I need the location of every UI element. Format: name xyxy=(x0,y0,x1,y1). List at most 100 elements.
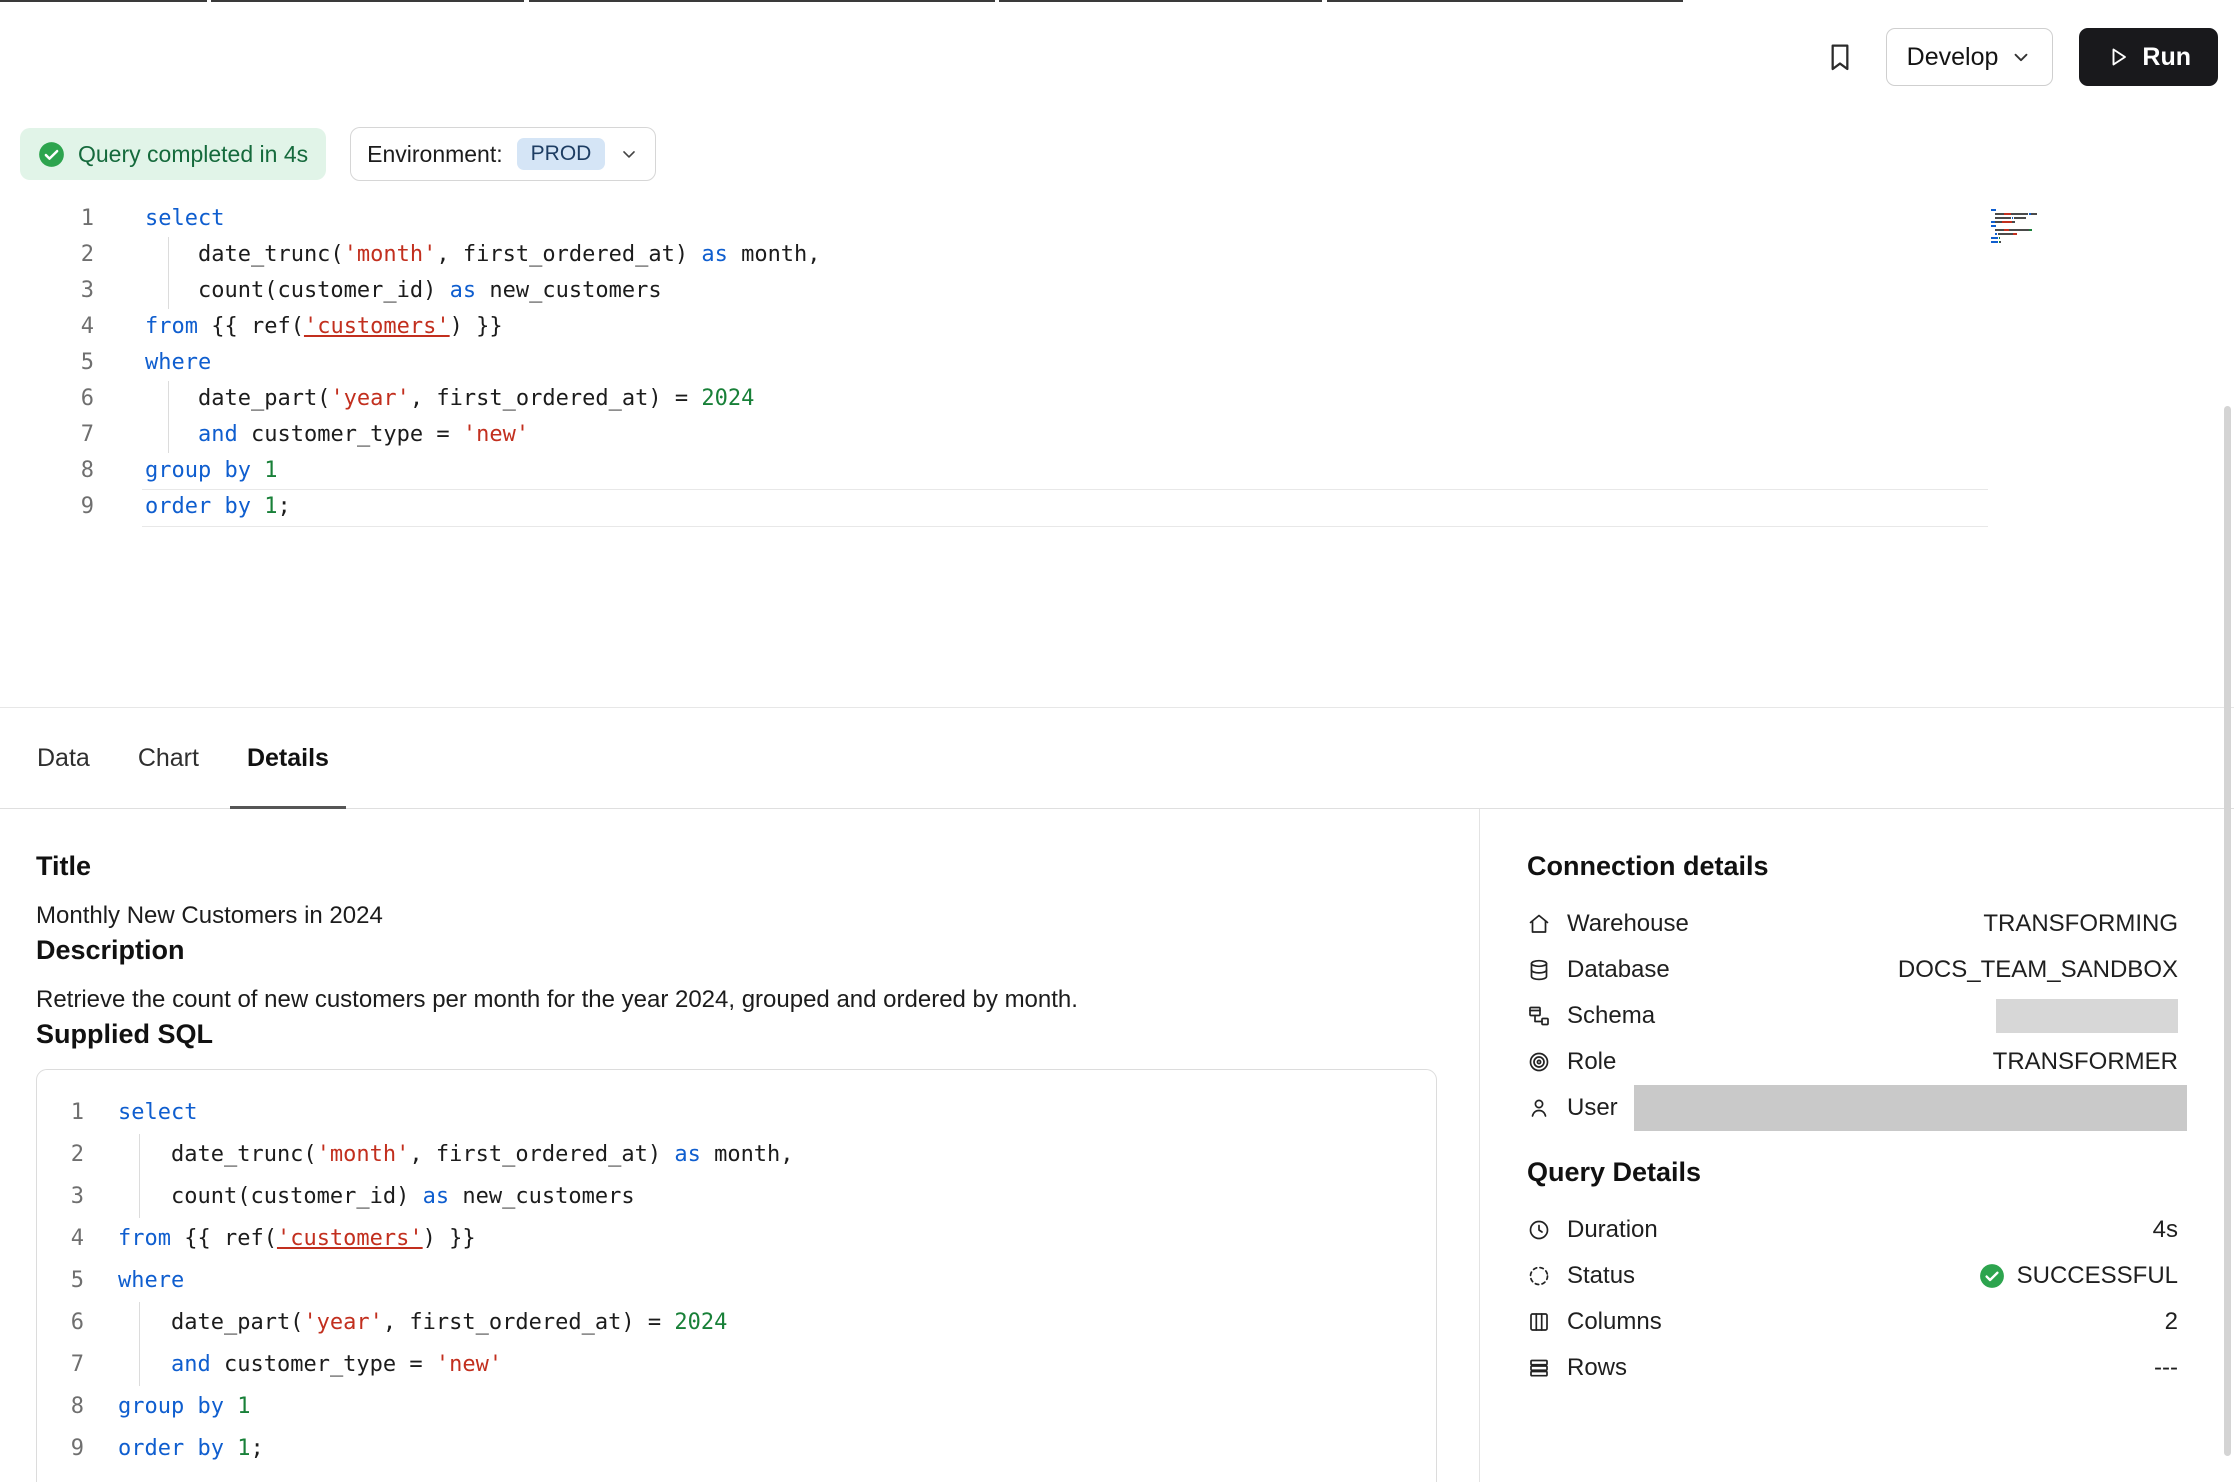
code-line: 3 count(customer_id) as new_customers xyxy=(37,1176,1436,1218)
connection-rows: WarehouseTRANSFORMING Database DOCS_TEAM_S… xyxy=(1527,901,2178,1131)
line-number: 5 xyxy=(37,1260,84,1302)
line-number: 1 xyxy=(37,1092,84,1134)
duration-icon xyxy=(1527,1218,1551,1242)
indent-guide xyxy=(139,1302,140,1386)
row-value: DOCS_TEAM_SANDBOX xyxy=(1898,956,2178,984)
row-label: User xyxy=(1567,1094,1618,1122)
code-line: 1select xyxy=(0,201,2234,237)
row-label: Schema xyxy=(1567,1002,1655,1030)
code-text: and customer_type = 'new' xyxy=(84,1344,502,1386)
row-label: Database xyxy=(1567,956,1670,984)
line-number: 3 xyxy=(37,1176,84,1218)
check-circle-icon xyxy=(1979,1263,2005,1289)
row-value: SUCCESSFUL xyxy=(1979,1262,2178,1290)
detail-row-schema: Schema xyxy=(1527,993,2178,1039)
detail-row-rows: Rows--- xyxy=(1527,1345,2178,1391)
top-edge-fragments xyxy=(0,0,2234,3)
row-label: Rows xyxy=(1567,1354,1627,1382)
tab-details[interactable]: Details xyxy=(230,708,346,808)
code-line: 4from {{ ref('customers') }} xyxy=(37,1218,1436,1260)
tab-chart[interactable]: Chart xyxy=(121,708,216,808)
line-number: 7 xyxy=(37,1344,84,1386)
details-left-column: Title Monthly New Customers in 2024 Desc… xyxy=(0,809,1479,1482)
redacted-value xyxy=(1996,999,2178,1033)
columns-icon xyxy=(1527,1310,1551,1334)
connection-details-heading: Connection details xyxy=(1527,849,2178,883)
code-line: 5where xyxy=(0,345,2234,381)
query-status-text: Query completed in 4s xyxy=(78,141,308,168)
code-line: 7 and customer_type = 'new' xyxy=(37,1344,1436,1386)
code-line: 8group by 1 xyxy=(37,1386,1436,1428)
editor-minimap[interactable] xyxy=(1991,209,2095,245)
row-label: Status xyxy=(1567,1262,1635,1290)
code-text: select xyxy=(94,201,224,237)
code-line: 5where xyxy=(37,1260,1436,1302)
environment-selector[interactable]: Environment: PROD xyxy=(350,127,656,181)
code-text: date_part('year', first_ordered_at) = 20… xyxy=(94,381,754,417)
line-number: 3 xyxy=(0,273,94,309)
line-number: 9 xyxy=(0,489,94,525)
code-text: where xyxy=(94,345,211,381)
line-number: 8 xyxy=(0,453,94,489)
code-line: 7 and customer_type = 'new' xyxy=(0,417,2234,453)
code-line: 9order by 1; xyxy=(37,1428,1436,1470)
environment-label: Environment: xyxy=(367,141,503,168)
code-text: date_part('year', first_ordered_at) = 20… xyxy=(84,1302,727,1344)
query-editor-page: Develop Run Query completed in 4s En xyxy=(0,0,2234,1482)
warehouse-icon xyxy=(1527,912,1551,936)
code-line: 3 count(customer_id) as new_customers xyxy=(0,273,2234,309)
detail-row-user: User xyxy=(1527,1085,2178,1131)
code-text: order by 1; xyxy=(94,489,291,525)
editor-code: 1select2 date_trunc('month', first_order… xyxy=(0,201,2234,525)
run-button-label: Run xyxy=(2142,43,2191,72)
supplied-sql-code: 1select2 date_trunc('month', first_order… xyxy=(37,1092,1436,1470)
code-text: count(customer_id) as new_customers xyxy=(84,1176,635,1218)
results-tabs: DataChartDetails xyxy=(0,707,2234,809)
bookmark-button[interactable] xyxy=(1820,37,1860,77)
title-value: Monthly New Customers in 2024 xyxy=(36,899,1479,933)
description-value: Retrieve the count of new customers per … xyxy=(36,983,1479,1017)
detail-row-status: Status SUCCESSFUL xyxy=(1527,1253,2178,1299)
code-text: select xyxy=(84,1092,197,1134)
status-row: Query completed in 4s Environment: PROD xyxy=(20,127,2234,181)
line-number: 8 xyxy=(37,1386,84,1428)
supplied-sql-block: 1select2 date_trunc('month', first_order… xyxy=(36,1069,1437,1482)
code-text: where xyxy=(84,1260,184,1302)
develop-button-label: Develop xyxy=(1907,43,1999,72)
code-text: from {{ ref('customers') }} xyxy=(84,1218,476,1260)
line-number: 5 xyxy=(0,345,94,381)
run-button[interactable]: Run xyxy=(2079,28,2218,86)
tab-data[interactable]: Data xyxy=(20,708,107,808)
sql-editor[interactable]: 1select2 date_trunc('month', first_order… xyxy=(0,201,2234,707)
code-line: 4from {{ ref('customers') }} xyxy=(0,309,2234,345)
user-icon xyxy=(1527,1096,1551,1120)
code-line: 6 date_part('year', first_ordered_at) = … xyxy=(37,1302,1436,1344)
row-label: Role xyxy=(1567,1048,1616,1076)
chevron-down-icon xyxy=(2010,46,2032,68)
code-text: group by 1 xyxy=(84,1386,250,1428)
row-label: Duration xyxy=(1567,1216,1658,1244)
role-icon xyxy=(1527,1050,1551,1074)
status-icon xyxy=(1527,1264,1551,1288)
details-right-panel: Connection details WarehouseTRANSFORMING… xyxy=(1479,809,2234,1482)
develop-button[interactable]: Develop xyxy=(1886,28,2054,86)
bookmark-icon xyxy=(1824,41,1856,73)
code-line: 1select xyxy=(37,1092,1436,1134)
detail-row-warehouse: WarehouseTRANSFORMING xyxy=(1527,901,2178,947)
chevron-down-icon xyxy=(619,144,639,164)
detail-row-database: Database DOCS_TEAM_SANDBOX xyxy=(1527,947,2178,993)
code-line: 2 date_trunc('month', first_ordered_at) … xyxy=(37,1134,1436,1176)
rows-icon xyxy=(1527,1356,1551,1380)
row-value xyxy=(1996,999,2178,1033)
line-number: 1 xyxy=(0,201,94,237)
row-value: 4s xyxy=(2153,1216,2178,1244)
code-text: date_trunc('month', first_ordered_at) as… xyxy=(84,1134,794,1176)
details-content: Title Monthly New Customers in 2024 Desc… xyxy=(0,809,2234,1482)
vertical-scrollbar[interactable] xyxy=(2224,406,2231,1456)
environment-value-badge: PROD xyxy=(517,138,606,170)
indent-guide xyxy=(168,381,169,453)
code-line: 6 date_part('year', first_ordered_at) = … xyxy=(0,381,2234,417)
code-text: group by 1 xyxy=(94,453,277,489)
title-heading: Title xyxy=(36,849,1479,883)
detail-row-role: RoleTRANSFORMER xyxy=(1527,1039,2178,1085)
